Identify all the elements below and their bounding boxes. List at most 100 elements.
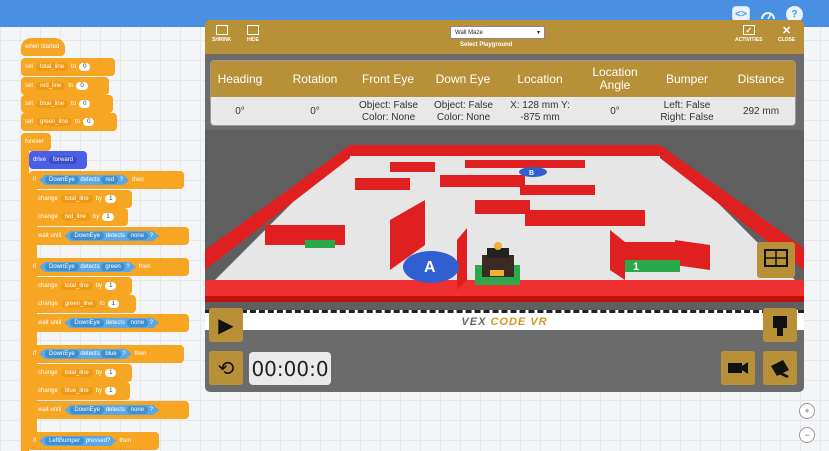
bumper-condition[interactable]: LeftBumper pressed? — [39, 436, 116, 446]
block-label: wait until — [38, 233, 62, 239]
reset-icon: ⟲ — [217, 357, 235, 380]
sensor-dropdown[interactable]: DownEye — [45, 176, 79, 184]
set-block[interactable]: set total_line to 0 — [21, 58, 115, 76]
value-input[interactable]: 1 — [105, 282, 117, 290]
color-dropdown[interactable]: blue — [101, 350, 120, 358]
block-label: detects — [105, 407, 126, 413]
if-block[interactable]: if DownEye detects red ? then — [29, 171, 184, 189]
if-block[interactable]: if DownEye detects blue ? then — [29, 345, 184, 363]
value-input[interactable]: 0 — [79, 100, 91, 108]
color-dropdown[interactable]: none — [127, 406, 148, 414]
sensor-dropdown[interactable]: DownEye — [45, 350, 79, 358]
button-label: CLOSE — [778, 37, 796, 43]
simulator-header: SHRINK HIDE Wall Maze ▾ Select Playgroun… — [205, 20, 804, 54]
play-button[interactable]: ▶ — [209, 308, 243, 342]
change-block[interactable]: change total_line by 1 — [34, 364, 132, 382]
sensor-values-row: 0° 0° Object: False Color: None Object: … — [211, 97, 795, 125]
detects-condition[interactable]: DownEye detects green ? — [39, 262, 136, 272]
sensor-dropdown[interactable]: DownEye — [45, 263, 79, 271]
zoom-out-button[interactable]: − — [799, 427, 815, 443]
bumper-dropdown[interactable]: LeftBumper — [45, 437, 84, 445]
close-button[interactable]: ✕ CLOSE — [778, 24, 796, 44]
detects-condition[interactable]: DownEye detects blue ? — [39, 349, 132, 359]
detects-condition[interactable]: DownEye detects red ? — [39, 175, 129, 185]
close-icon: ✕ — [782, 24, 792, 37]
var-dropdown[interactable]: total_line — [60, 282, 93, 290]
vexcode-vr-banner: VEX CODE VR — [205, 310, 804, 330]
button-label: SHRINK — [212, 37, 232, 43]
header-rotation: Rotation — [292, 71, 338, 86]
set-block[interactable]: set red_line to 0 — [21, 77, 109, 95]
var-dropdown[interactable]: blue_line — [60, 387, 93, 395]
var-dropdown[interactable]: red_line — [36, 82, 66, 90]
block-label: to — [75, 119, 81, 125]
set-block[interactable]: set blue_line to 0 — [21, 95, 113, 113]
color-dropdown[interactable]: none — [127, 319, 148, 327]
block-label: then — [132, 177, 144, 183]
direction-dropdown[interactable]: forward — [49, 156, 78, 164]
wait-until-block[interactable]: wait until DownEye detects none ? — [34, 401, 189, 419]
value-heading: 0° — [235, 106, 245, 117]
var-dropdown[interactable]: green_line — [60, 300, 97, 308]
change-block[interactable]: change blue_line by 1 — [34, 382, 130, 400]
drive-block[interactable]: drive forward — [29, 151, 87, 169]
sensor-dropdown[interactable]: DownEye — [70, 232, 104, 240]
block-label: ? — [126, 264, 130, 270]
value-input[interactable]: 1 — [105, 387, 117, 395]
change-block[interactable]: change red_line by 1 — [34, 208, 128, 226]
wait-until-block[interactable]: wait until DownEye detects none ? — [34, 314, 189, 332]
value-input[interactable]: 0 — [83, 118, 95, 126]
detects-condition[interactable]: DownEye detects none ? — [64, 318, 159, 328]
var-dropdown[interactable]: total_line — [60, 195, 93, 203]
hide-icon — [247, 25, 259, 35]
shrink-button[interactable]: SHRINK — [212, 25, 231, 43]
value-input[interactable]: 1 — [102, 213, 114, 221]
if-block[interactable]: if LeftBumper pressed? then — [29, 432, 159, 450]
var-dropdown[interactable]: total_line — [60, 369, 93, 377]
var-dropdown[interactable]: blue_line — [36, 100, 69, 108]
playground-select[interactable]: Wall Maze ▾ — [450, 26, 545, 39]
if-block[interactable]: if DownEye detects green ? then — [29, 258, 189, 276]
zoom-in-button[interactable]: + — [799, 403, 815, 419]
change-block[interactable]: change green_line to 1 — [34, 295, 136, 313]
overhead-camera-button[interactable] — [763, 351, 797, 385]
wait-until-block[interactable]: wait until DownEye detects none ? — [34, 227, 189, 245]
value-input[interactable]: 1 — [105, 195, 117, 203]
sensor-dropdown[interactable]: DownEye — [70, 406, 104, 414]
detects-condition[interactable]: DownEye detects none ? — [64, 405, 159, 415]
when-started-block[interactable]: when started — [21, 38, 65, 56]
color-dropdown[interactable]: none — [127, 232, 148, 240]
block-label: change — [38, 301, 58, 307]
value-input[interactable]: 0 — [79, 63, 91, 71]
reset-button[interactable]: ⟲ — [209, 351, 243, 385]
sensor-dropdown[interactable]: DownEye — [70, 319, 104, 327]
change-block[interactable]: change total_line by 1 — [34, 190, 132, 208]
block-label: then — [138, 264, 151, 270]
detects-condition[interactable]: DownEye detects none ? — [64, 231, 159, 241]
value-input[interactable]: 1 — [107, 300, 120, 308]
chevron-down-icon: ▾ — [536, 30, 540, 36]
var-dropdown[interactable]: total_line — [36, 63, 69, 71]
block-label: by — [95, 388, 103, 394]
color-dropdown[interactable]: green — [101, 263, 124, 271]
block-label: change — [38, 214, 58, 220]
marker-b: B — [529, 170, 534, 177]
var-dropdown[interactable]: green_line — [36, 118, 73, 126]
var-dropdown[interactable]: red_line — [60, 213, 91, 221]
camera-view-button[interactable] — [763, 308, 797, 342]
value-input[interactable]: 1 — [105, 369, 117, 377]
alt-camera-button[interactable] — [721, 351, 755, 385]
color-dropdown[interactable]: red — [101, 176, 118, 184]
block-label: when started — [25, 44, 60, 50]
header-location-angle: Location Angle — [592, 65, 638, 92]
block-label: pressed? — [85, 438, 111, 444]
block-label: to — [71, 101, 77, 107]
block-label: ? — [119, 177, 124, 183]
value-input[interactable]: 0 — [76, 82, 88, 90]
timer-display: 00:00:0 — [249, 352, 331, 385]
set-block[interactable]: set green_line to 0 — [21, 113, 117, 131]
value-down-eye: Object: False Color: None — [434, 100, 493, 123]
hide-button[interactable]: HIDE — [247, 25, 259, 43]
activities-button[interactable]: ✓ ACTIVITIES — [735, 25, 763, 43]
change-block[interactable]: change total_line by 1 — [34, 277, 132, 295]
